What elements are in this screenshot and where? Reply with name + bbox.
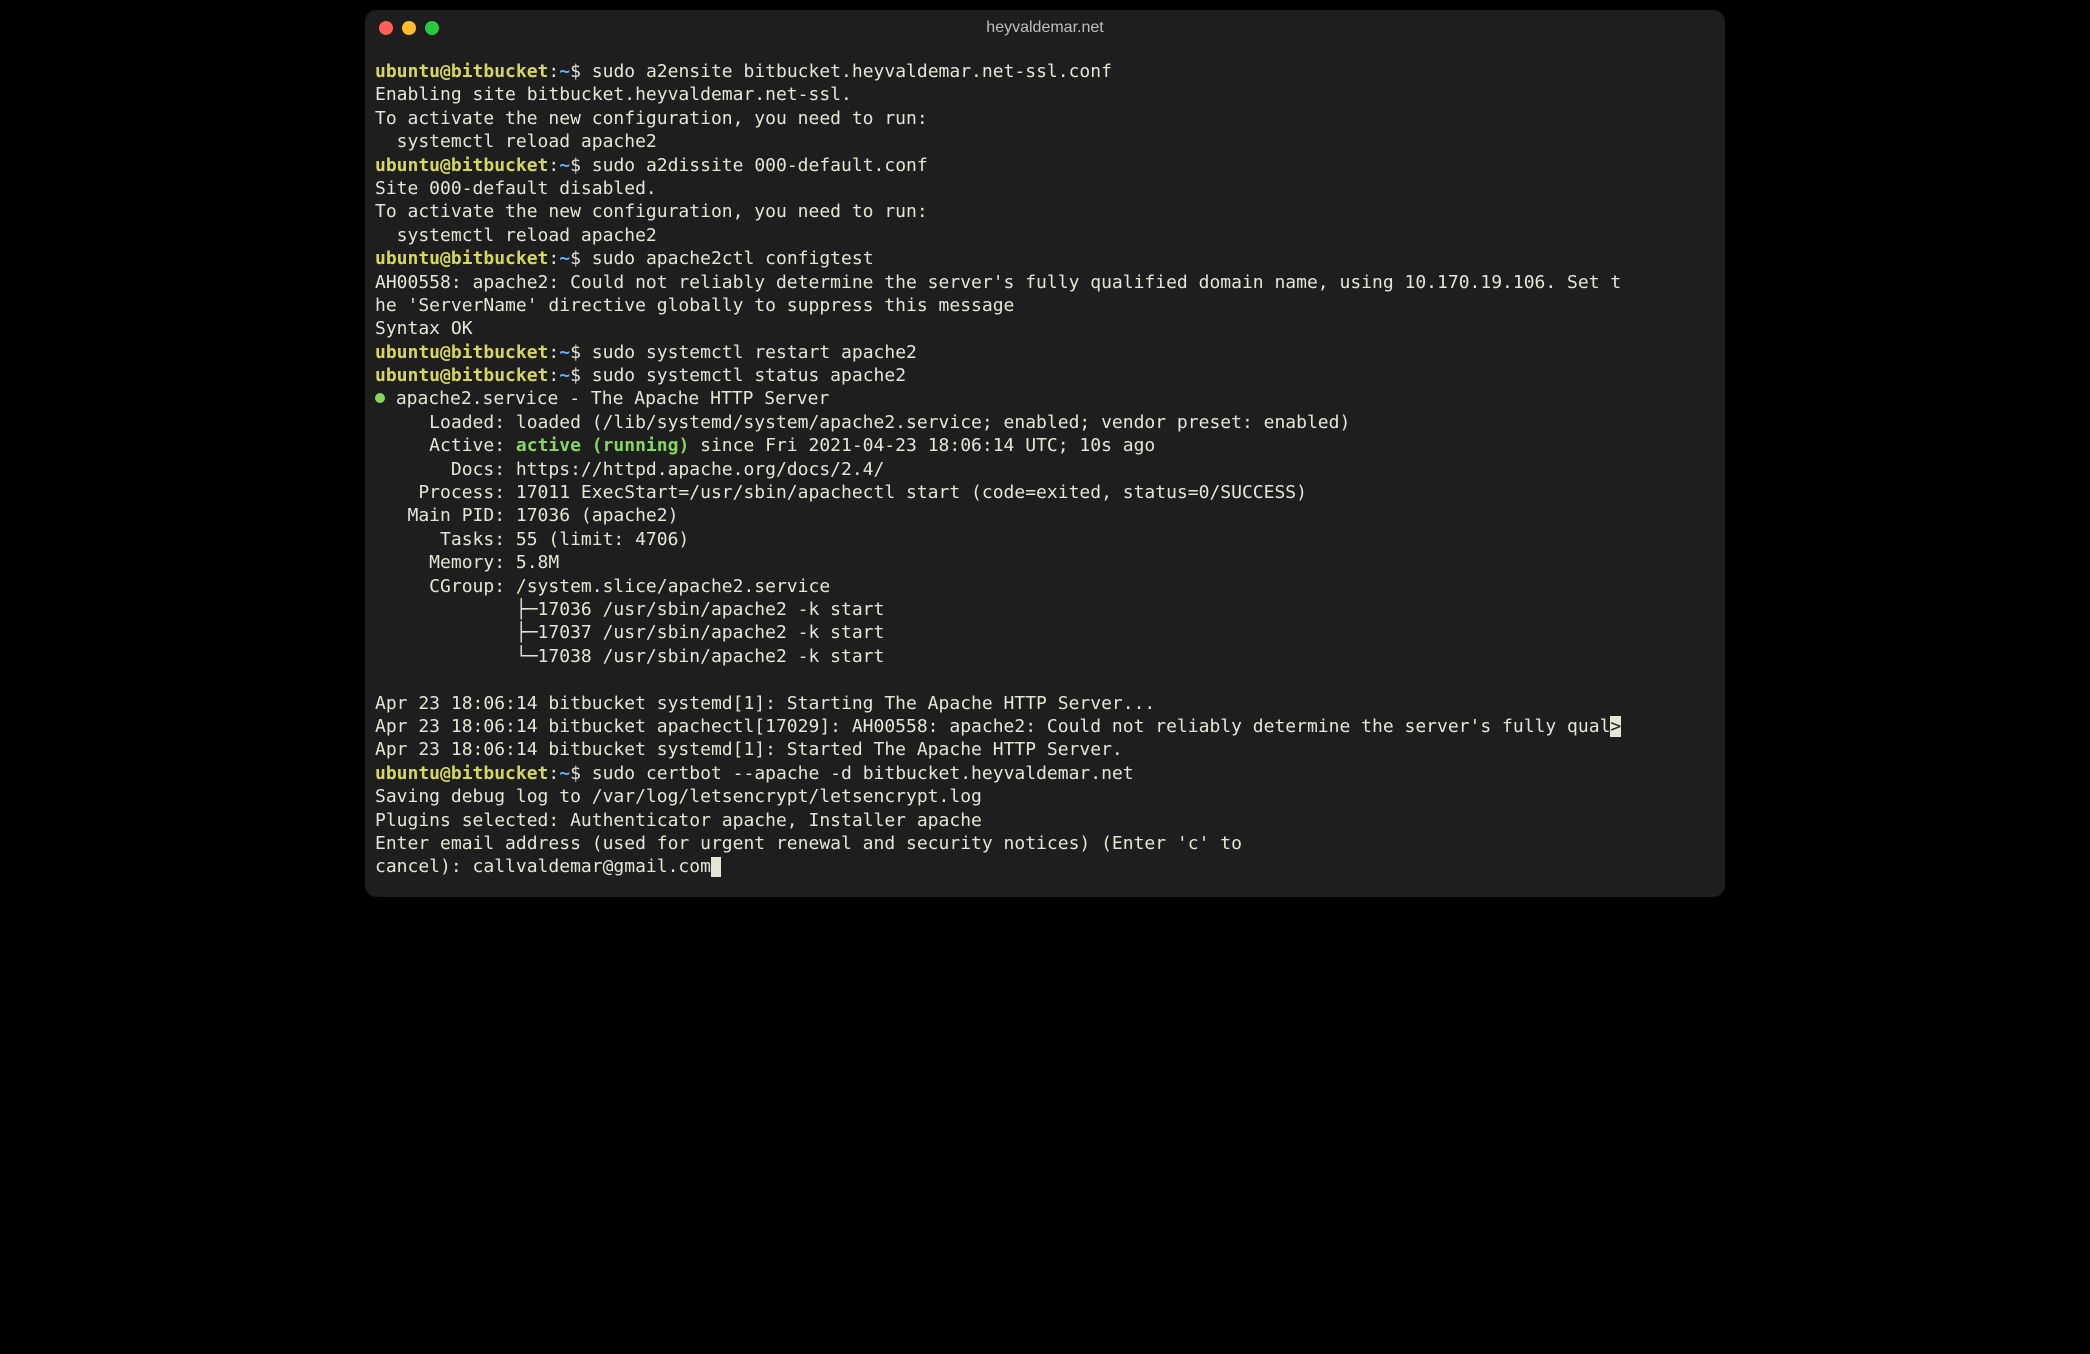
output-line: Main PID: 17036 (apache2) xyxy=(375,505,678,526)
prompt-sep: : xyxy=(548,342,559,363)
output-line: Apr 23 18:06:14 bitbucket systemd[1]: St… xyxy=(375,693,1155,714)
status-active: active (running) xyxy=(516,435,689,456)
output-line: Apr 23 18:06:14 bitbucket systemd[1]: St… xyxy=(375,739,1123,760)
output-line: Docs: https://httpd.apache.org/docs/2.4/ xyxy=(375,459,884,480)
prompt-path: ~ xyxy=(559,342,570,363)
output-line: apache2.service - The Apache HTTP Server xyxy=(385,388,829,409)
output-line: AH00558: apache2: Could not reliably det… xyxy=(375,272,1621,293)
output-line: Memory: 5.8M xyxy=(375,552,559,573)
cursor-icon xyxy=(711,857,721,877)
prompt-sep: : xyxy=(548,763,559,784)
prompt-sigil: $ xyxy=(570,61,592,82)
terminal-body[interactable]: ubuntu@bitbucket:~$ sudo a2ensite bitbuc… xyxy=(365,46,1725,897)
close-icon[interactable] xyxy=(379,21,393,35)
output-line: └─17038 /usr/sbin/apache2 -k start xyxy=(375,646,884,667)
prompt-sep: : xyxy=(548,248,559,269)
output-line: Syntax OK xyxy=(375,318,473,339)
output-line: systemctl reload apache2 xyxy=(375,225,657,246)
prompt-path: ~ xyxy=(559,365,570,386)
prompt-path: ~ xyxy=(559,155,570,176)
output-line: Saving debug log to /var/log/letsencrypt… xyxy=(375,786,982,807)
prompt-sep: : xyxy=(548,365,559,386)
cmd-a2dissite: sudo a2dissite 000-default.conf xyxy=(592,155,928,176)
prompt-path: ~ xyxy=(559,763,570,784)
output-line: he 'ServerName' directive globally to su… xyxy=(375,295,1014,316)
prompt-path: ~ xyxy=(559,61,570,82)
titlebar: heyvaldemar.net xyxy=(365,10,1725,46)
cmd-a2ensite: sudo a2ensite bitbucket.heyvaldemar.net-… xyxy=(592,61,1112,82)
prompt-user: ubuntu@bitbucket xyxy=(375,248,548,269)
prompt-sep: : xyxy=(548,61,559,82)
cmd-configtest: sudo apache2ctl configtest xyxy=(592,248,874,269)
prompt-sigil: $ xyxy=(570,365,592,386)
output-line: ├─17037 /usr/sbin/apache2 -k start xyxy=(375,622,884,643)
line-truncation-icon: > xyxy=(1610,716,1621,737)
prompt-sigil: $ xyxy=(570,342,592,363)
output-line: Process: 17011 ExecStart=/usr/sbin/apach… xyxy=(375,482,1307,503)
prompt-sigil: $ xyxy=(570,248,592,269)
fullscreen-icon[interactable] xyxy=(425,21,439,35)
output-line: To activate the new configuration, you n… xyxy=(375,201,928,222)
cmd-certbot: sudo certbot --apache -d bitbucket.heyva… xyxy=(592,763,1134,784)
prompt-user: ubuntu@bitbucket xyxy=(375,763,548,784)
prompt-user: ubuntu@bitbucket xyxy=(375,365,548,386)
output-line: ├─17036 /usr/sbin/apache2 -k start xyxy=(375,599,884,620)
prompt-sigil: $ xyxy=(570,763,592,784)
minimize-icon[interactable] xyxy=(402,21,416,35)
status-dot-icon xyxy=(375,393,385,403)
output-line: Loaded: loaded (/lib/systemd/system/apac… xyxy=(375,412,1350,433)
prompt-sep: : xyxy=(548,155,559,176)
output-line: CGroup: /system.slice/apache2.service xyxy=(375,576,830,597)
prompt-user: ubuntu@bitbucket xyxy=(375,342,548,363)
window-title: heyvaldemar.net xyxy=(365,19,1725,37)
prompt-user: ubuntu@bitbucket xyxy=(375,61,548,82)
output-line: cancel): callvaldemar@gmail.com xyxy=(375,856,711,877)
prompt-sigil: $ xyxy=(570,155,592,176)
prompt-user: ubuntu@bitbucket xyxy=(375,155,548,176)
output-line: Apr 23 18:06:14 bitbucket apachectl[1702… xyxy=(375,716,1610,737)
window-controls xyxy=(379,21,439,35)
output-line: Enabling site bitbucket.heyvaldemar.net-… xyxy=(375,84,852,105)
output-line: since Fri 2021-04-23 18:06:14 UTC; 10s a… xyxy=(689,435,1155,456)
output-line: Enter email address (used for urgent ren… xyxy=(375,833,1242,854)
prompt-path: ~ xyxy=(559,248,570,269)
terminal-window: heyvaldemar.net ubuntu@bitbucket:~$ sudo… xyxy=(365,10,1725,897)
cmd-status-apache: sudo systemctl status apache2 xyxy=(592,365,906,386)
output-line: Site 000-default disabled. xyxy=(375,178,657,199)
output-line: To activate the new configuration, you n… xyxy=(375,108,928,129)
output-line: systemctl reload apache2 xyxy=(375,131,657,152)
output-line: Plugins selected: Authenticator apache, … xyxy=(375,810,982,831)
output-line: Active: xyxy=(375,435,516,456)
cmd-restart-apache: sudo systemctl restart apache2 xyxy=(592,342,917,363)
output-line: Tasks: 55 (limit: 4706) xyxy=(375,529,689,550)
